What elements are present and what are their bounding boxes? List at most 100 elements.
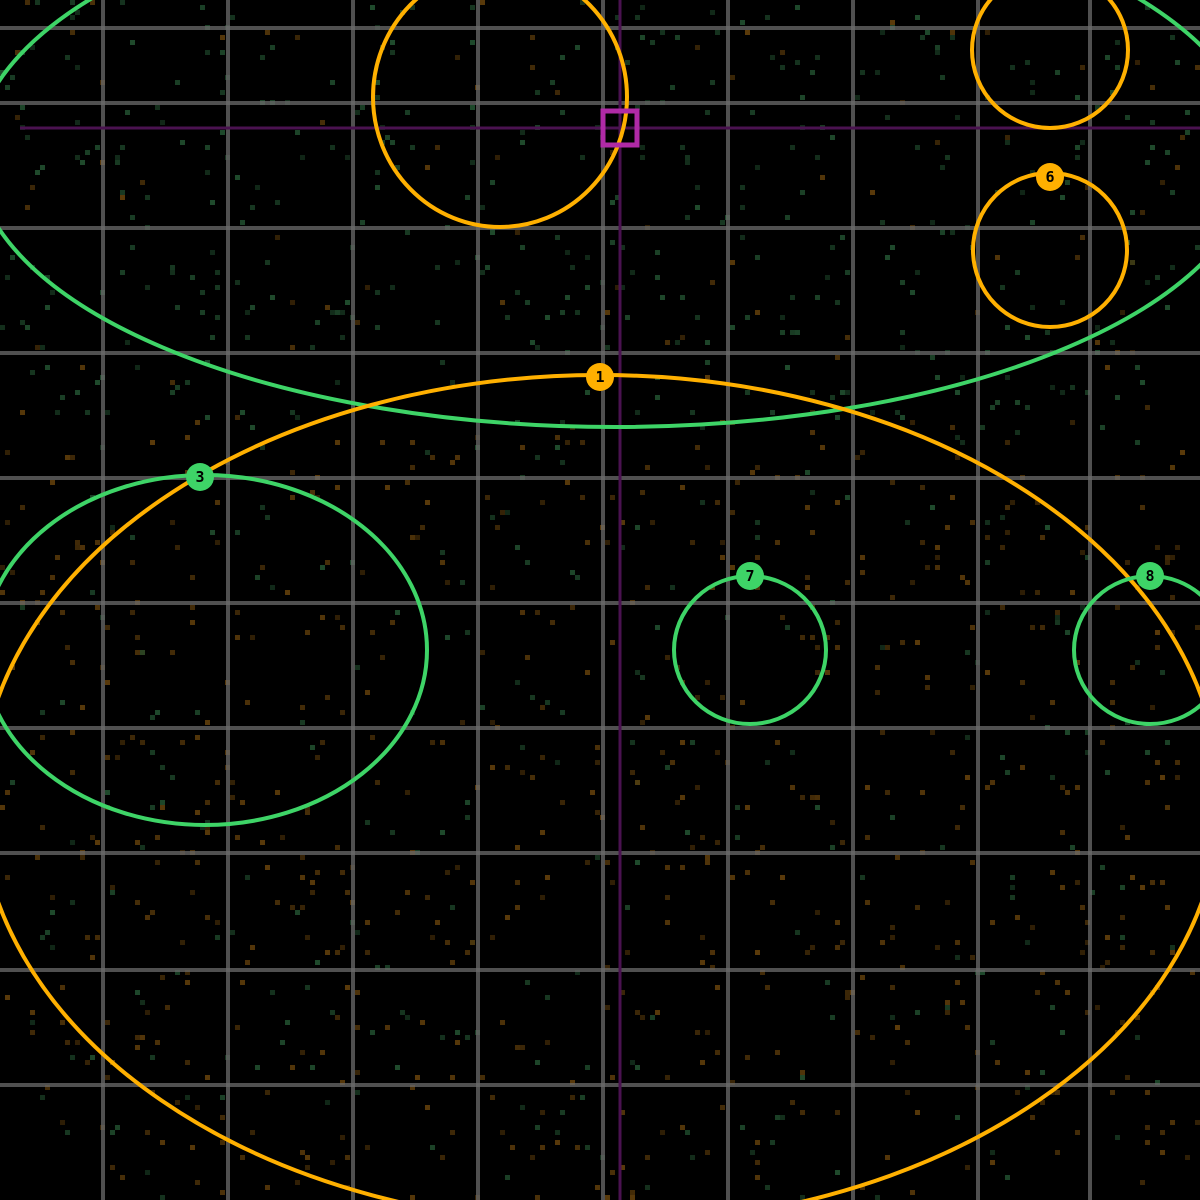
speckle — [640, 825, 645, 830]
speckle — [1075, 155, 1080, 160]
speckle — [755, 310, 760, 315]
speckle — [70, 730, 75, 735]
speckle — [95, 380, 100, 385]
speckle — [245, 310, 250, 315]
speckle — [440, 830, 445, 835]
speckle — [1175, 165, 1180, 170]
speckle — [1165, 305, 1170, 310]
speckle — [235, 610, 240, 615]
speckle — [1160, 775, 1165, 780]
speckle — [335, 310, 340, 315]
speckle — [1095, 1005, 1100, 1010]
speckle — [770, 410, 775, 415]
speckle — [1040, 625, 1045, 630]
speckle — [1060, 830, 1065, 835]
speckle — [415, 535, 420, 540]
speckle — [260, 565, 265, 570]
speckle — [315, 870, 320, 875]
speckle — [95, 540, 100, 545]
speckle — [1135, 60, 1140, 65]
speckle — [940, 75, 945, 80]
speckle — [30, 750, 35, 755]
speckle — [895, 1025, 900, 1030]
speckle — [365, 820, 370, 825]
speckle — [500, 300, 505, 305]
speckle — [160, 975, 165, 980]
speckle — [40, 1095, 45, 1100]
speckle — [505, 765, 510, 770]
speckle — [145, 915, 150, 920]
speckle — [210, 335, 215, 340]
speckle — [335, 380, 340, 385]
speckle — [865, 900, 870, 905]
speckle — [185, 435, 190, 440]
speckle — [250, 205, 255, 210]
speckle — [170, 270, 175, 275]
speckle — [845, 990, 850, 995]
speckle — [80, 855, 85, 860]
speckle — [960, 375, 965, 380]
speckle — [1160, 1130, 1165, 1135]
speckle — [625, 905, 630, 910]
speckle — [40, 735, 45, 740]
speckle — [940, 845, 945, 850]
speckle — [1005, 530, 1010, 535]
speckle — [375, 290, 380, 295]
speckle — [925, 565, 930, 570]
speckle — [880, 940, 885, 945]
speckle — [70, 840, 75, 845]
speckle — [875, 665, 880, 670]
speckle — [840, 940, 845, 945]
speckle — [45, 365, 50, 370]
speckle — [30, 1020, 35, 1025]
speckle — [120, 740, 125, 745]
speckle — [1165, 555, 1170, 560]
speckle — [695, 315, 700, 320]
speckle — [345, 1155, 350, 1160]
speckle — [780, 1115, 785, 1120]
speckle — [1050, 385, 1055, 390]
speckle — [230, 15, 235, 20]
speckle — [335, 950, 340, 955]
speckle — [540, 755, 545, 760]
speckle — [1115, 395, 1120, 400]
speckle — [1160, 880, 1165, 885]
map-canvas[interactable]: 1 3 6 7 8 — [0, 0, 1200, 1200]
speckle — [695, 1030, 700, 1035]
speckle — [935, 545, 940, 550]
speckle — [205, 1075, 210, 1080]
speckle — [610, 1075, 615, 1080]
speckle — [145, 285, 150, 290]
speckle — [585, 255, 590, 260]
speckle — [680, 295, 685, 300]
speckle — [240, 1155, 245, 1160]
speckle — [490, 515, 495, 520]
speckle — [255, 575, 260, 580]
speckle — [575, 1145, 580, 1150]
speckle — [860, 555, 865, 560]
speckle — [340, 710, 345, 715]
speckle — [1120, 885, 1125, 890]
speckle — [1145, 1140, 1150, 1145]
speckle — [0, 590, 5, 595]
speckle — [795, 5, 800, 10]
speckle — [130, 610, 135, 615]
speckle — [500, 1130, 505, 1135]
speckle — [70, 660, 75, 665]
speckle — [70, 770, 75, 775]
speckle — [1010, 885, 1015, 890]
speckle — [505, 510, 510, 515]
speckle — [515, 845, 520, 850]
speckle — [830, 820, 835, 825]
speckle — [155, 1040, 160, 1045]
speckle — [360, 105, 365, 110]
speckle — [1080, 65, 1085, 70]
speckle — [30, 185, 35, 190]
speckle — [270, 295, 275, 300]
speckle — [550, 620, 555, 625]
speckle — [515, 290, 520, 295]
speckle — [515, 680, 520, 685]
speckle — [640, 5, 645, 10]
speckle — [160, 800, 165, 805]
speckle — [635, 780, 640, 785]
